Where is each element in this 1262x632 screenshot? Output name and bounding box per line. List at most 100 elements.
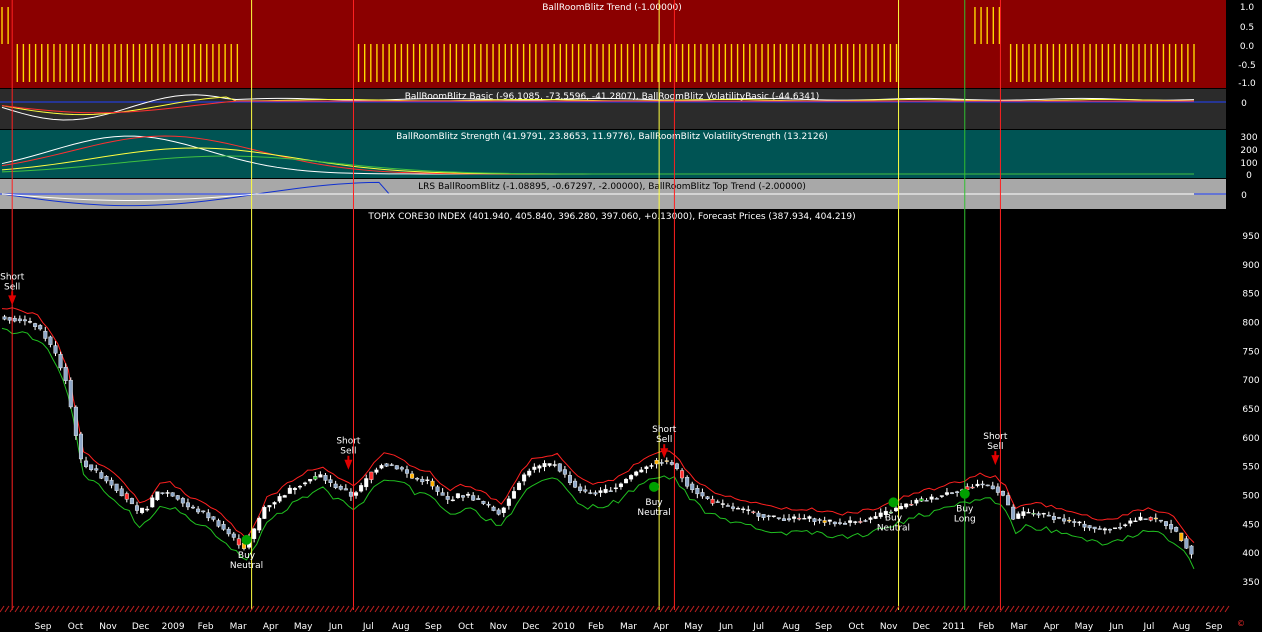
candle-body xyxy=(674,463,679,469)
candle-body xyxy=(583,489,588,492)
x-axis-label: Nov xyxy=(490,622,508,632)
candle-body xyxy=(410,473,415,479)
candle-body xyxy=(542,463,547,468)
trend-tick: 0.5 xyxy=(1240,23,1254,33)
candle-body xyxy=(63,366,68,381)
candle-body xyxy=(328,479,333,483)
candle-body xyxy=(1077,521,1082,524)
candle-body xyxy=(404,469,409,474)
price-y-tick: 950 xyxy=(1242,232,1259,242)
buy-marker-icon xyxy=(888,497,899,508)
candle-body xyxy=(588,492,593,494)
candle-body xyxy=(466,493,471,496)
candle-body xyxy=(1133,520,1138,523)
buy-marker-icon xyxy=(959,488,970,499)
candle-body xyxy=(837,522,842,524)
candle-body xyxy=(827,519,832,522)
candle-body xyxy=(348,491,353,497)
candle-body xyxy=(1184,538,1189,549)
candle-body xyxy=(1041,512,1046,515)
candle-body xyxy=(975,483,980,487)
candle-body xyxy=(690,483,695,491)
strength-title: BallRoomBlitz Strength (41.9791, 23.8653… xyxy=(396,132,828,142)
candle-body xyxy=(252,528,257,539)
candle-body xyxy=(552,464,557,466)
trend-panel xyxy=(0,0,1226,88)
candle-body xyxy=(1189,545,1194,555)
price-panel xyxy=(0,210,1226,610)
candle-body xyxy=(700,492,705,497)
candle-body xyxy=(736,507,741,510)
candle-body xyxy=(1016,513,1021,519)
candle-body xyxy=(12,317,17,322)
x-axis-label: 2009 xyxy=(162,622,185,632)
x-axis-label: Nov xyxy=(880,622,898,632)
candle-body xyxy=(303,482,308,485)
signal-label: Neutral xyxy=(637,508,670,518)
x-axis-label: Sep xyxy=(425,622,442,632)
x-axis-label: Mar xyxy=(230,622,247,632)
candle-body xyxy=(48,336,53,345)
price-y-tick: 800 xyxy=(1242,319,1259,329)
trend-title: BallRoomBlitz Trend (-1.00000) xyxy=(542,3,682,13)
candle-body xyxy=(277,496,282,502)
candle-body xyxy=(980,483,985,486)
candle-body xyxy=(562,469,567,475)
candle-body xyxy=(287,487,292,494)
candle-body xyxy=(7,317,12,321)
candle-body xyxy=(766,515,771,517)
candle-body xyxy=(776,517,781,519)
x-axis-label: Nov xyxy=(99,622,117,632)
candle-body xyxy=(618,483,623,488)
candle-body xyxy=(695,487,700,495)
x-axis-label: Dec xyxy=(522,622,539,632)
candle-body xyxy=(104,476,109,482)
candle-body xyxy=(399,467,404,470)
x-axis-label: Apr xyxy=(1044,622,1060,632)
chart-canvas: BallRoomBlitz Trend (-1.00000) BallRoomB… xyxy=(0,0,1262,632)
price-y-tick: 450 xyxy=(1242,520,1259,530)
candle-body xyxy=(593,492,598,495)
candle-body xyxy=(797,517,802,520)
x-axis-label: Feb xyxy=(978,622,994,632)
signal-label: Short xyxy=(0,272,25,282)
candle-body xyxy=(175,495,180,500)
candle-body xyxy=(919,498,924,502)
candle-body xyxy=(873,516,878,519)
candle-body xyxy=(761,514,766,518)
candle-body xyxy=(1174,527,1179,532)
strength-tick: 100 xyxy=(1240,159,1257,169)
candle-body xyxy=(435,486,440,492)
signal-label: Long xyxy=(954,515,976,525)
candle-body xyxy=(644,466,649,469)
candle-body xyxy=(950,492,955,494)
candle-body xyxy=(939,495,944,497)
x-axis-label: Apr xyxy=(263,622,279,632)
candle-body xyxy=(43,330,48,339)
candle-body xyxy=(450,499,455,502)
candle-body xyxy=(119,488,124,497)
candle-body xyxy=(517,482,522,490)
candle-body xyxy=(624,479,629,484)
candle-body xyxy=(715,501,720,503)
candle-body xyxy=(94,468,99,471)
candle-body xyxy=(425,479,430,481)
candle-body xyxy=(567,475,572,483)
candle-body xyxy=(771,515,776,517)
lrs-tick: 0 xyxy=(1241,191,1247,201)
x-axis-label: Dec xyxy=(913,622,930,632)
candle-body xyxy=(802,517,807,520)
candle-body xyxy=(22,319,27,322)
candle-body xyxy=(506,498,511,506)
trend-tick: 0.0 xyxy=(1240,42,1255,52)
signal-label: Buy xyxy=(956,505,974,515)
candle-body xyxy=(216,520,221,527)
candle-body xyxy=(292,488,297,490)
candle-body xyxy=(924,500,929,502)
candle-body xyxy=(68,379,73,408)
signal-label: Sell xyxy=(340,447,356,457)
buy-marker-icon xyxy=(241,534,252,545)
candle-body xyxy=(272,502,277,505)
candle-body xyxy=(990,485,995,490)
axis-strip xyxy=(1226,0,1262,632)
